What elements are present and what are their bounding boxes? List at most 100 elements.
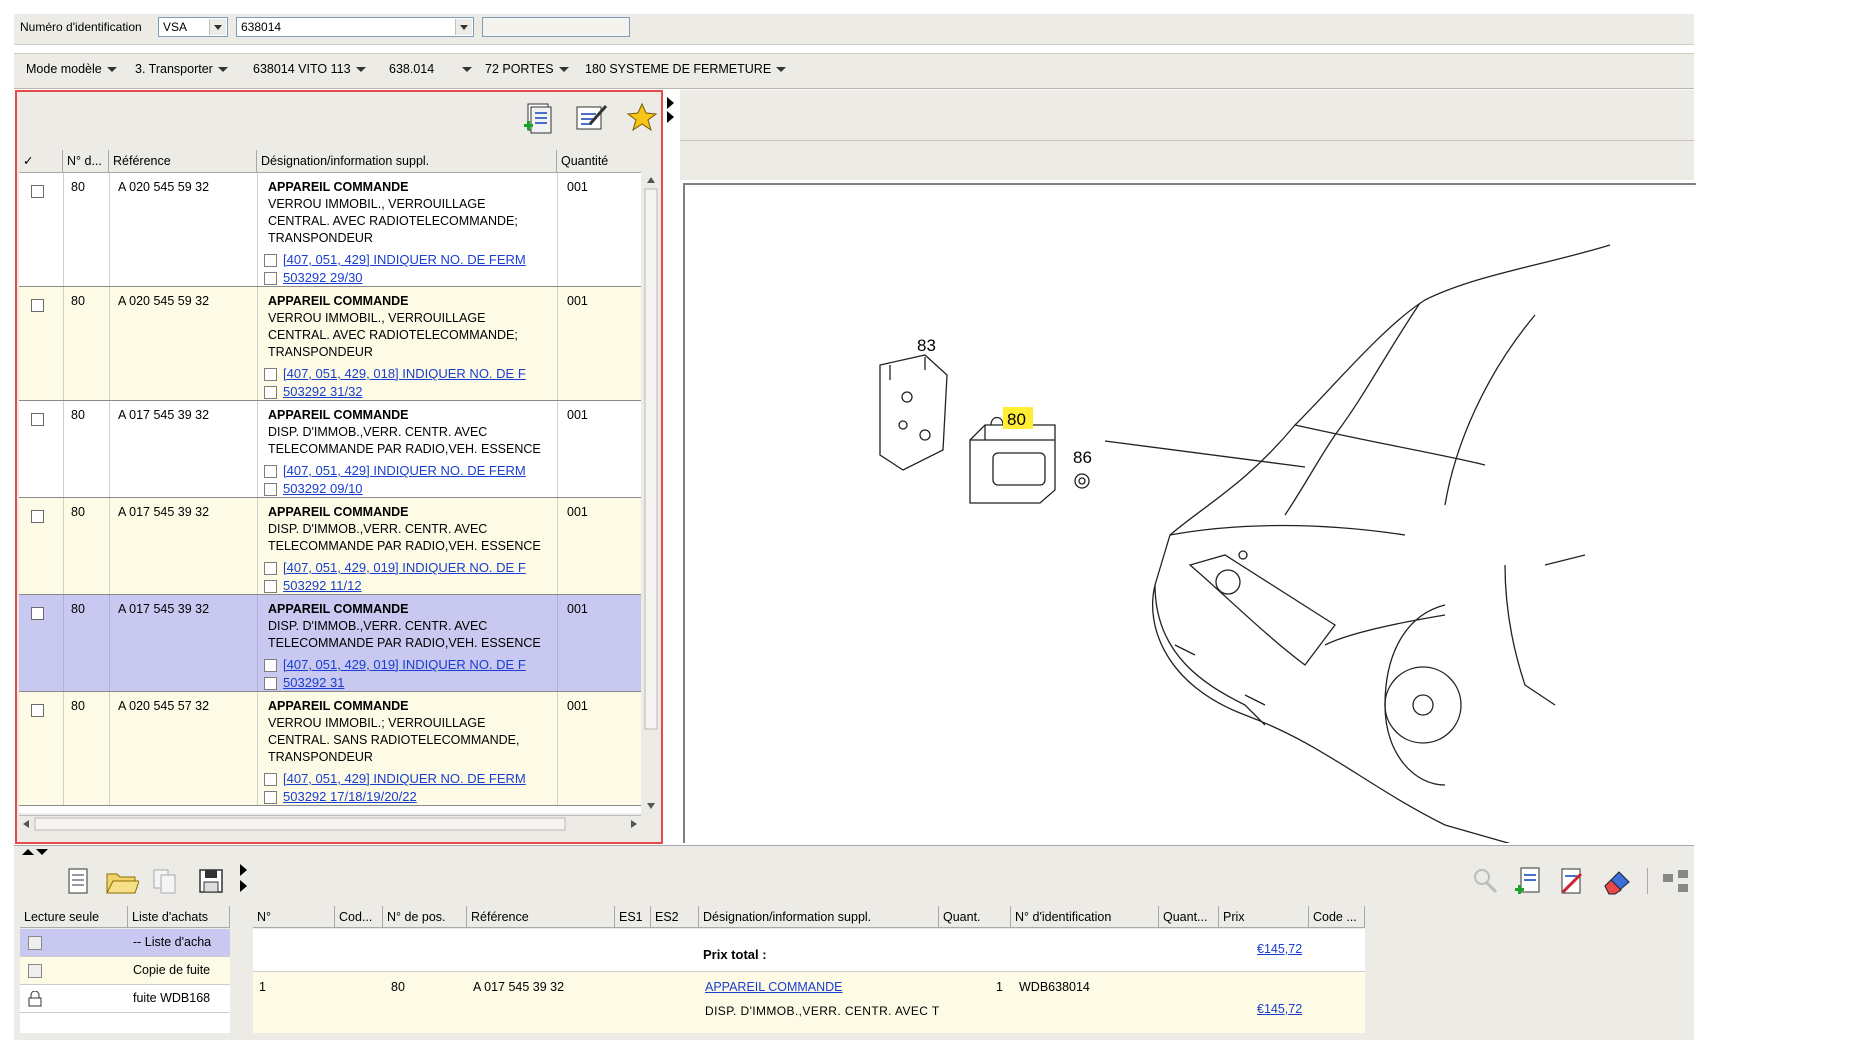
favorite-star-icon[interactable]	[626, 102, 658, 132]
col-reference[interactable]: Référence	[467, 906, 615, 928]
id-type-select[interactable]: VSA	[158, 17, 228, 37]
row-title: APPAREIL COMMANDE	[268, 602, 409, 616]
row-checkbox[interactable]	[31, 413, 44, 426]
total-price[interactable]: €145,72	[1257, 942, 1302, 956]
col-identification[interactable]: N° d'identification	[1011, 906, 1159, 928]
add-to-list-icon[interactable]	[522, 102, 552, 134]
col-shopping-list[interactable]: Liste d'achats	[128, 906, 230, 928]
list-item[interactable]: -- Liste d'acha	[20, 929, 230, 957]
col-quantity[interactable]: Quant.	[939, 906, 1011, 928]
list-lock-icon	[28, 964, 42, 978]
search-part-icon[interactable]	[1470, 866, 1500, 896]
col-es2[interactable]: ES2	[651, 906, 699, 928]
row-link[interactable]: 503292 31	[283, 675, 344, 690]
col-es1[interactable]: ES1	[615, 906, 651, 928]
collapse-lists-handle[interactable]	[239, 858, 249, 898]
col-position[interactable]: N° d...	[63, 150, 109, 172]
col-number[interactable]: N°	[253, 906, 335, 928]
list-name: Copie de fuite	[133, 963, 211, 977]
col-code[interactable]: Cod...	[335, 906, 383, 928]
table-row-selected[interactable]: 80 A 017 545 39 32 APPAREIL COMMANDE DIS…	[19, 595, 641, 692]
menu-portes[interactable]: 72 PORTES	[485, 62, 569, 76]
row-link[interactable]: 503292 11/12	[283, 578, 362, 593]
network-icon[interactable]	[1660, 866, 1690, 896]
row-link[interactable]: [407, 051, 429, 019] INDIQUER NO. DE F	[283, 560, 526, 575]
edit-note-icon[interactable]	[574, 102, 608, 132]
row-checkbox[interactable]	[31, 704, 44, 717]
diagram-label-83[interactable]: 83	[917, 336, 936, 355]
col-designation[interactable]: Désignation/information suppl.	[257, 150, 557, 172]
edit-list-icon[interactable]	[1557, 866, 1587, 896]
row-checkbox[interactable]	[31, 607, 44, 620]
menu-systeme-fermeture[interactable]: 180 SYSTEME DE FERMETURE	[585, 62, 787, 76]
table-row[interactable]: 80 A 017 545 39 32 APPAREIL COMMANDE DIS…	[19, 498, 641, 595]
chevron-down-icon[interactable]	[209, 19, 226, 35]
row-checkbox[interactable]	[31, 510, 44, 523]
chevron-down-icon[interactable]	[455, 19, 472, 35]
table-row[interactable]: 80 A 017 545 39 32 APPAREIL COMMANDE DIS…	[19, 401, 641, 498]
menu-transporter[interactable]: 3. Transporter	[135, 62, 228, 76]
item-price[interactable]: €145,72	[1257, 1002, 1302, 1016]
row-link[interactable]: [407, 051, 429] INDIQUER NO. DE FERM	[283, 463, 526, 478]
table-row[interactable]: 80 A 020 545 59 32 APPAREIL COMMANDE VER…	[19, 173, 641, 287]
exploded-view-diagram[interactable]: 83 80 86	[683, 183, 1696, 846]
row-title: APPAREIL COMMANDE	[268, 505, 409, 519]
col-quantity[interactable]: Quantité	[557, 150, 641, 172]
document-icon	[264, 659, 277, 673]
item-title-link[interactable]: APPAREIL COMMANDE	[705, 980, 843, 994]
row-link[interactable]: 503292 17/18/19/20/22	[283, 789, 417, 804]
list-name: fuite WDB168	[133, 991, 211, 1005]
row-link[interactable]: 503292 09/10	[283, 481, 363, 496]
row-link[interactable]: [407, 051, 429] INDIQUER NO. DE FERM	[283, 252, 526, 267]
list-item[interactable]: fuite WDB168	[20, 985, 230, 1013]
col-designation[interactable]: Désignation/information suppl.	[699, 906, 939, 928]
copy-icon[interactable]	[150, 866, 180, 896]
row-link[interactable]: 503292 29/30	[283, 270, 363, 285]
col-reference[interactable]: Référence	[109, 150, 257, 172]
col-read-only[interactable]: Lecture seule	[20, 906, 128, 928]
document-icon	[264, 272, 277, 286]
row-link[interactable]: 503292 31/32	[283, 384, 363, 399]
table-row[interactable]: 80 A 020 545 59 32 APPAREIL COMMANDE VER…	[19, 287, 641, 401]
col-price[interactable]: Prix	[1219, 906, 1309, 928]
collapse-panel-handle[interactable]	[665, 93, 677, 127]
new-list-icon[interactable]	[62, 866, 92, 896]
row-quantity: 001	[567, 602, 588, 616]
open-folder-icon[interactable]	[105, 866, 140, 896]
row-position: 80	[71, 505, 85, 519]
parts-vertical-scrollbar[interactable]	[643, 173, 659, 813]
list-item[interactable]: Copie de fuite	[20, 957, 230, 985]
col-pos-number[interactable]: N° de pos.	[383, 906, 467, 928]
id-label: Numéro d'identification	[20, 20, 142, 34]
row-desc-line: CENTRAL. AVEC RADIOTELECOMMANDE;	[268, 214, 518, 228]
col-quantity-2[interactable]: Quant...	[1159, 906, 1219, 928]
menu-mode-modele[interactable]: Mode modèle	[26, 62, 117, 76]
row-title: APPAREIL COMMANDE	[268, 699, 409, 713]
row-quantity: 001	[567, 294, 588, 308]
extra-field[interactable]	[482, 17, 630, 37]
col-code-2[interactable]: Code ...	[1309, 906, 1365, 928]
row-checkbox[interactable]	[31, 299, 44, 312]
save-disk-icon[interactable]	[196, 866, 226, 896]
document-icon	[264, 386, 277, 400]
id-value-select[interactable]: 638014	[236, 17, 474, 37]
row-desc-line: DISP. D'IMMOB.,VERR. CENTR. AVEC	[268, 619, 488, 633]
row-desc-line: VERROU IMMOBIL., VERROUILLAGE	[268, 311, 486, 325]
row-title: APPAREIL COMMANDE	[268, 180, 409, 194]
row-link[interactable]: [407, 051, 429, 018] INDIQUER NO. DE F	[283, 366, 526, 381]
eraser-icon[interactable]	[1601, 866, 1631, 896]
row-link[interactable]: [407, 051, 429] INDIQUER NO. DE FERM	[283, 771, 526, 786]
parts-table-body: 80 A 020 545 59 32 APPAREIL COMMANDE VER…	[19, 173, 641, 813]
row-desc-line: TELECOMMANDE PAR RADIO,VEH. ESSENCE	[268, 442, 541, 456]
parts-horizontal-scrollbar[interactable]	[19, 815, 641, 832]
table-row[interactable]: 80 A 020 545 57 32 APPAREIL COMMANDE VER…	[19, 692, 641, 806]
menu-vito[interactable]: 638014 VITO 113	[253, 62, 366, 76]
diagram-label-86[interactable]: 86	[1073, 448, 1092, 467]
basket-item-row[interactable]: 1 80 A 017 545 39 32 APPAREIL COMMANDE D…	[253, 972, 1365, 1033]
row-checkbox[interactable]	[31, 185, 44, 198]
menu-model-code[interactable]: 638.014	[389, 62, 473, 76]
col-check[interactable]: ✓	[19, 150, 63, 172]
diagram-label-80[interactable]: 80	[1007, 410, 1026, 429]
add-item-icon[interactable]	[1514, 866, 1544, 896]
row-link[interactable]: [407, 051, 429, 019] INDIQUER NO. DE F	[283, 657, 526, 672]
